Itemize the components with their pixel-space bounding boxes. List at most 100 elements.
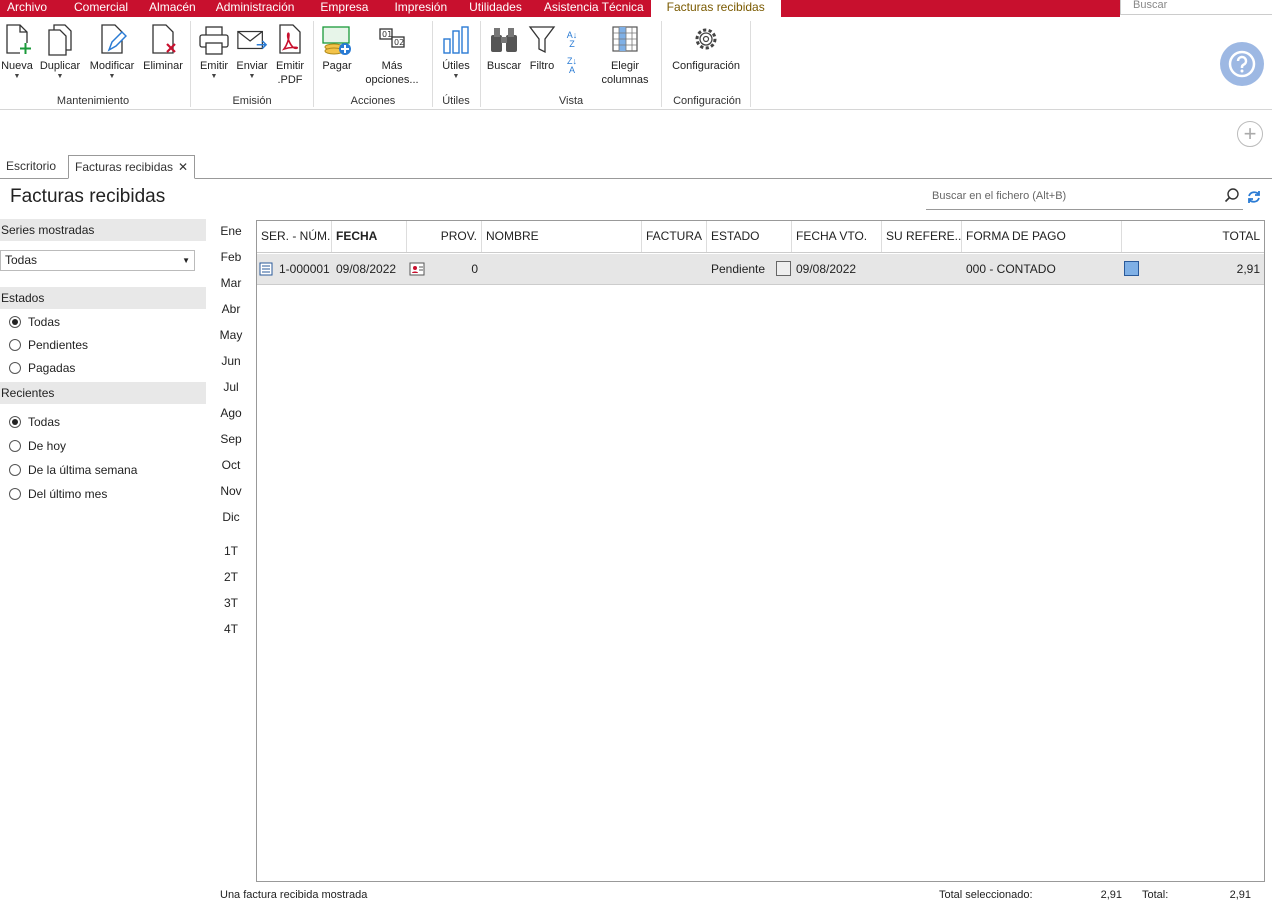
reciente-semana-radio[interactable]: De la última semana xyxy=(0,458,206,482)
quarter-1t[interactable]: 1T xyxy=(207,544,255,558)
help-button[interactable] xyxy=(1220,42,1264,86)
search-icon[interactable] xyxy=(1224,187,1240,203)
file-search-input[interactable]: Buscar en el fichero (Alt+B) xyxy=(926,184,1243,210)
nueva-button[interactable]: Nueva ▼ xyxy=(0,21,34,81)
configuracion-button[interactable]: Configuración xyxy=(666,21,746,73)
group-separator xyxy=(313,21,314,107)
cell-total: 2,91 xyxy=(1236,262,1260,276)
month-mar[interactable]: Mar xyxy=(207,276,255,290)
radio-icon xyxy=(9,440,21,452)
cell-fecha: 09/08/2022 xyxy=(336,262,397,276)
modificar-label: Modificar xyxy=(89,60,135,72)
estado-pendientes-radio[interactable]: Pendientes xyxy=(0,333,206,356)
month-sep[interactable]: Sep xyxy=(207,432,255,446)
sort-az-icon: A↓ Z xyxy=(566,30,578,49)
reciente-mes-radio[interactable]: Del último mes xyxy=(0,482,206,506)
total-value: 2,91 xyxy=(1229,889,1251,901)
month-jun[interactable]: Jun xyxy=(207,354,255,368)
recientes-header: Recientes xyxy=(0,382,206,404)
menu-impresion[interactable]: Impresión xyxy=(387,0,454,17)
sort-ascending-button[interactable]: A↓ Z xyxy=(562,31,582,49)
quarter-4t[interactable]: 4T xyxy=(207,622,255,636)
col-su-referencia[interactable]: SU REFERE... xyxy=(882,221,962,252)
month-may[interactable]: May xyxy=(207,328,255,342)
envelope-icon xyxy=(236,21,268,59)
group-emision: Emisión xyxy=(232,95,272,107)
reciente-hoy-radio[interactable]: De hoy xyxy=(0,434,206,458)
reciente-todas-radio[interactable]: Todas xyxy=(0,410,206,434)
filtro-button[interactable]: Filtro xyxy=(526,21,558,73)
radio-icon xyxy=(9,488,21,500)
cell-ser-num: 1-000001 xyxy=(279,262,330,276)
estado-pendientes-label: Pendientes xyxy=(28,337,89,352)
table-row[interactable]: 1-000001 09/08/2022 0 Pendiente 09/08/20… xyxy=(257,254,1264,285)
group-separator xyxy=(661,21,662,107)
duplicate-icon xyxy=(44,21,76,59)
top-search-input[interactable]: Buscar xyxy=(1120,0,1272,15)
col-estado[interactable]: ESTADO xyxy=(707,221,792,252)
col-nombre[interactable]: NOMBRE xyxy=(482,221,642,252)
duplicar-button[interactable]: Duplicar ▼ xyxy=(37,21,83,81)
radio-icon xyxy=(9,361,21,374)
month-ene[interactable]: Ene xyxy=(207,224,255,238)
tab-facturas-recibidas[interactable]: Facturas recibidas ✕ xyxy=(68,155,196,179)
menu-empresa[interactable]: Empresa xyxy=(313,0,375,17)
menu-facturas-recibidas[interactable]: Facturas recibidas xyxy=(650,0,781,17)
col-factura[interactable]: FACTURA xyxy=(642,221,707,252)
close-icon[interactable]: ✕ xyxy=(178,160,188,174)
page-title: Facturas recibidas xyxy=(10,186,166,207)
chevron-down-icon: ▼ xyxy=(248,73,256,80)
enviar-button[interactable]: Enviar ▼ xyxy=(234,21,270,81)
sort-descending-button[interactable]: Z↓ A xyxy=(562,57,582,75)
col-ser-num[interactable]: SER. - NÚM. xyxy=(257,221,332,252)
col-total[interactable]: TOTAL xyxy=(1122,221,1264,252)
estado-todas-radio[interactable]: Todas xyxy=(0,310,206,333)
month-jul[interactable]: Jul xyxy=(207,380,255,394)
radio-icon xyxy=(9,338,21,351)
menu-administracion[interactable]: Administración xyxy=(209,0,302,17)
mas-opciones-button[interactable]: 01 02 Más opciones... xyxy=(358,21,426,87)
payment-icon xyxy=(321,21,353,59)
file-search-placeholder: Buscar en el fichero (Alt+B) xyxy=(932,190,1067,202)
menu-almacen[interactable]: Almacén xyxy=(142,0,203,17)
eliminar-button[interactable]: Eliminar xyxy=(141,21,185,73)
utiles-button[interactable]: Útiles ▼ xyxy=(438,21,474,81)
total-label: Total: xyxy=(1142,889,1169,901)
series-select[interactable]: Todas ▼ xyxy=(0,250,195,271)
col-prov[interactable]: PROV. xyxy=(407,221,482,252)
refresh-icon[interactable] xyxy=(1246,189,1262,205)
tab-escritorio-label: Escritorio xyxy=(6,159,57,173)
menu-archivo[interactable]: Archivo xyxy=(0,0,54,17)
menu-utilidades[interactable]: Utilidades xyxy=(462,0,529,17)
elegir-columnas-button[interactable]: Elegir columnas xyxy=(594,21,656,87)
emitir-pdf-label-2: .PDF xyxy=(277,74,303,86)
eliminar-label: Eliminar xyxy=(143,60,183,72)
col-fecha-vto[interactable]: FECHA VTO. xyxy=(792,221,882,252)
quarter-3t[interactable]: 3T xyxy=(207,596,255,610)
month-oct[interactable]: Oct xyxy=(207,458,255,472)
col-forma-pago[interactable]: FORMA DE PAGO xyxy=(962,221,1122,252)
add-tab-button[interactable]: + xyxy=(1237,121,1263,147)
month-nov[interactable]: Nov xyxy=(207,484,255,498)
filtro-label: Filtro xyxy=(529,60,555,72)
checkbox-icon[interactable] xyxy=(776,261,791,276)
month-ago[interactable]: Ago xyxy=(207,406,255,420)
record-count: Una factura recibida mostrada xyxy=(220,889,368,901)
tab-escritorio[interactable]: Escritorio xyxy=(0,155,62,179)
estado-pagadas-radio[interactable]: Pagadas xyxy=(0,356,206,379)
quarter-2t[interactable]: 2T xyxy=(207,570,255,584)
col-fecha[interactable]: FECHA xyxy=(332,221,407,252)
month-abr[interactable]: Abr xyxy=(207,302,255,316)
menu-comercial[interactable]: Comercial xyxy=(67,0,135,17)
menu-asistencia[interactable]: Asistencia Técnica xyxy=(537,0,651,17)
month-dic[interactable]: Dic xyxy=(207,510,255,524)
month-feb[interactable]: Feb xyxy=(207,250,255,264)
duplicar-label: Duplicar xyxy=(39,60,81,72)
emitir-button[interactable]: Emitir ▼ xyxy=(196,21,232,81)
emitir-pdf-button[interactable]: Emitir .PDF xyxy=(272,21,308,87)
total-selected-value: 2,91 xyxy=(1100,889,1122,901)
pagar-button[interactable]: Pagar xyxy=(319,21,355,73)
chevron-down-icon: ▼ xyxy=(452,73,460,80)
buscar-button[interactable]: Buscar xyxy=(486,21,522,73)
modificar-button[interactable]: Modificar ▼ xyxy=(86,21,138,81)
